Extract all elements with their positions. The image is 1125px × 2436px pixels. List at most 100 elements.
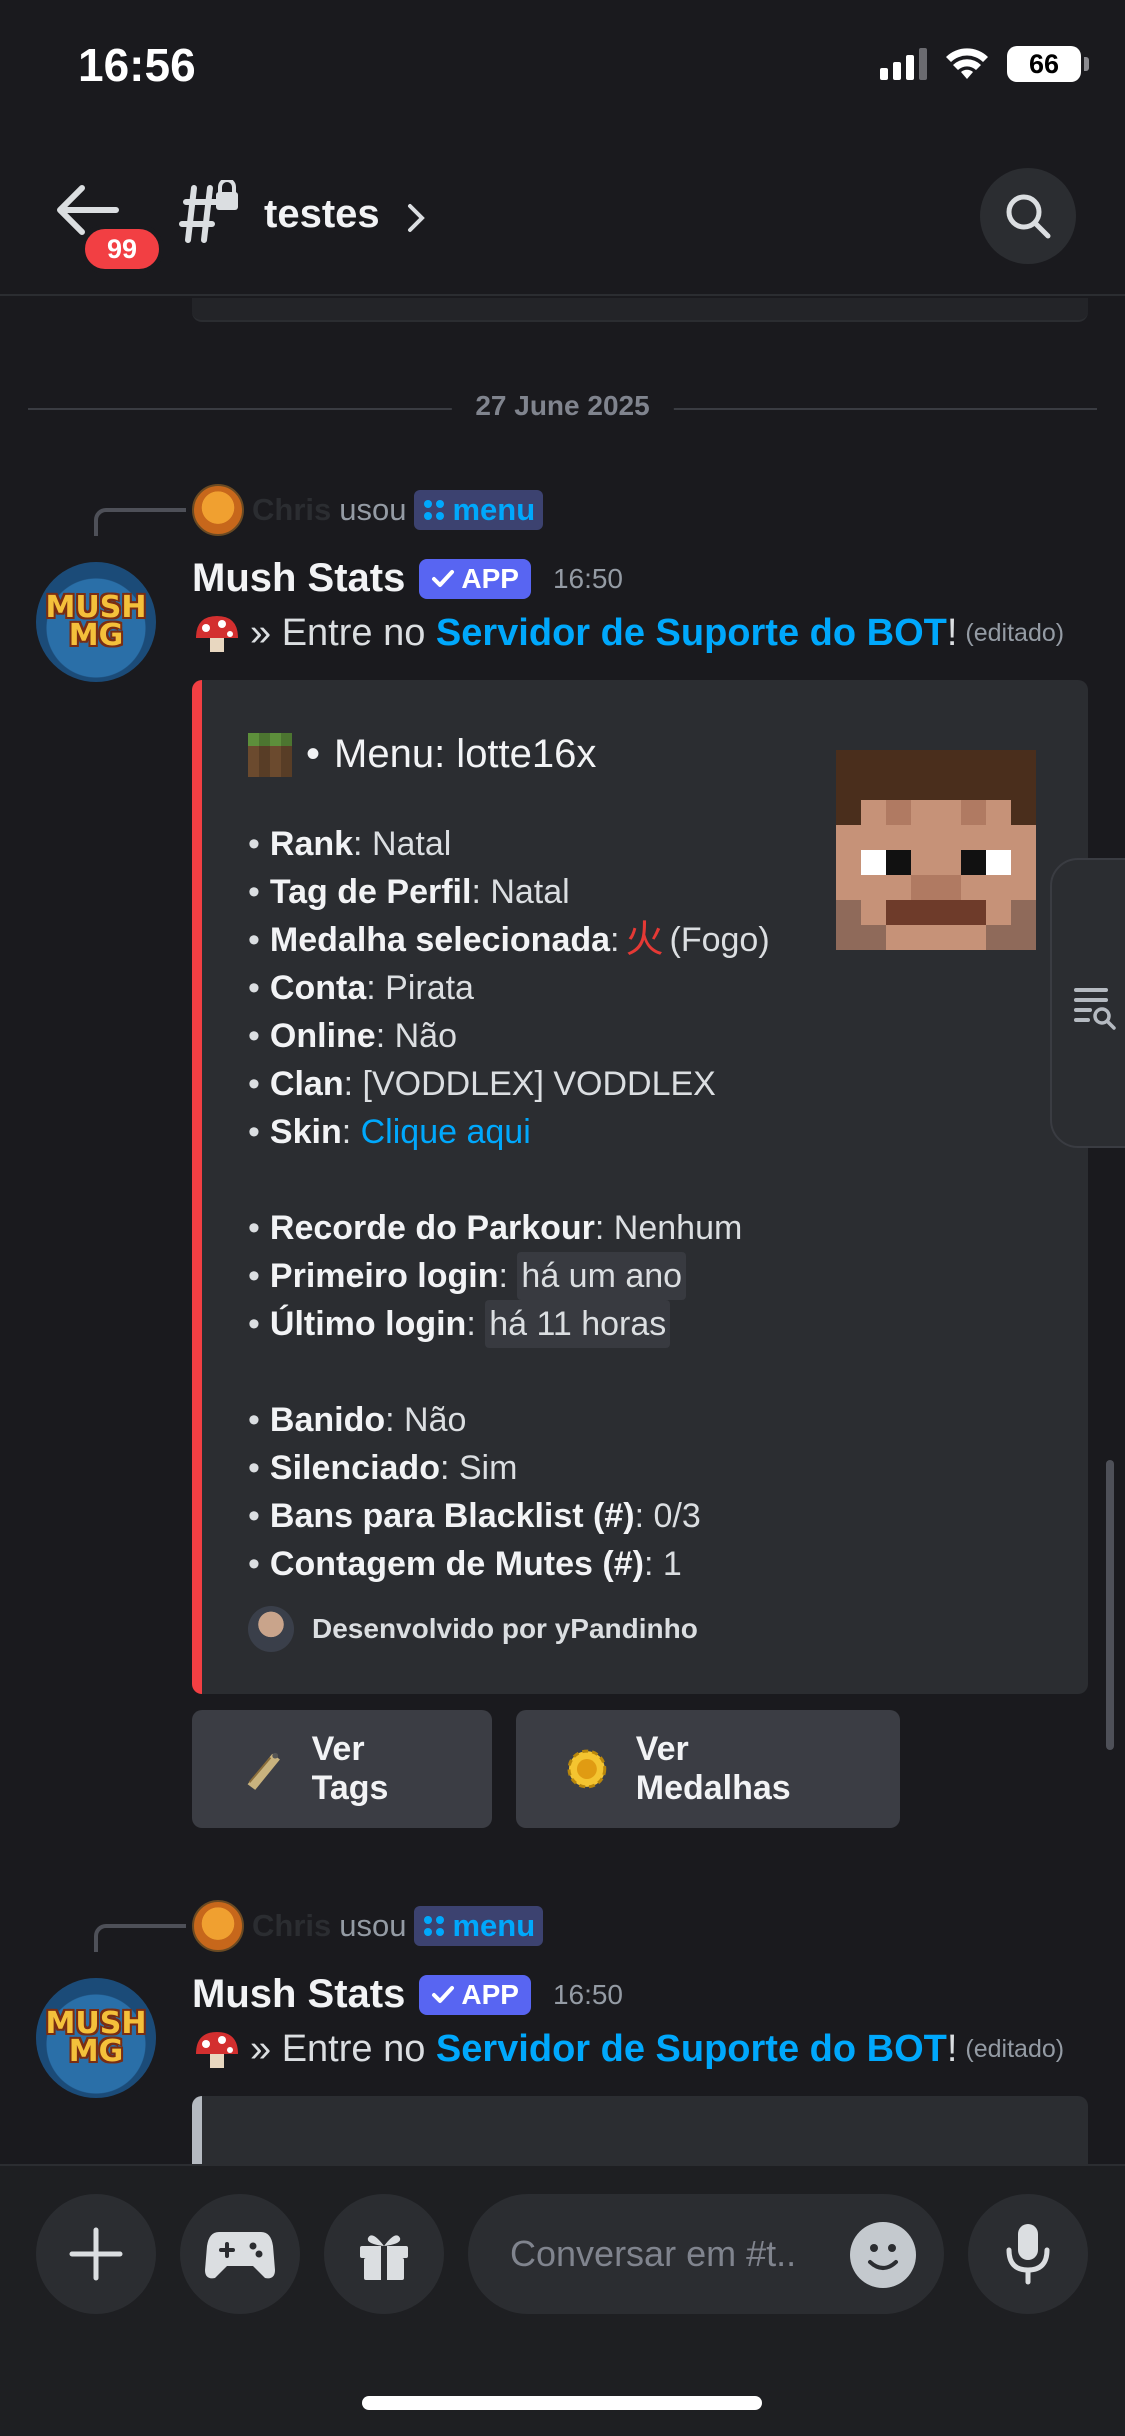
unread-badge: 99: [80, 224, 164, 274]
footer-text: Desenvolvido por yPandinho: [312, 1613, 698, 1644]
timestamp-chip[interactable]: há 11 horas: [485, 1300, 671, 1348]
field-row: • Clan: [VODDLEX] VODDLEX: [248, 1065, 716, 1103]
embed-footer: Desenvolvido por yPandinho: [248, 1606, 698, 1652]
date-divider: 27 June 2025: [451, 390, 674, 422]
command-chip[interactable]: menu: [414, 490, 544, 530]
embed: [192, 2096, 1088, 2164]
field-row: • Bans para Blacklist (#): 0/3: [248, 1497, 701, 1535]
activities-button[interactable]: [180, 2194, 300, 2314]
grass-block-icon: [248, 732, 292, 777]
previous-embed-bottom: [192, 298, 1088, 322]
wifi-icon: [946, 48, 988, 79]
mush-logo: MUSH MG: [45, 2006, 147, 2069]
avatar[interactable]: MUSH MG: [36, 1978, 156, 2098]
thread-panel-handle[interactable]: [1050, 858, 1125, 1148]
status-icons: 66: [880, 46, 1089, 82]
home-indicator[interactable]: [362, 2396, 762, 2410]
locked-channel-icon: [179, 180, 238, 243]
message-header: Mush Stats APP 16:50: [192, 556, 623, 601]
ver-tags-label: Ver Tags: [311, 1730, 389, 1807]
message-input-placeholder: Conversar em #t..: [510, 2233, 797, 2274]
plus-icon: [69, 2227, 123, 2281]
command-name: menu: [452, 1908, 536, 1943]
ver-medalhas-label: Ver Medalhas: [635, 1730, 791, 1807]
app-badge-label: APP: [461, 1978, 519, 2010]
reply-action: usou: [339, 492, 407, 527]
app-badge-label: APP: [461, 562, 519, 594]
app-badge: APP: [419, 558, 531, 599]
command-chip[interactable]: menu: [414, 1906, 544, 1946]
reply-username: Chris: [252, 492, 332, 527]
message-header: Mush Stats APP 16:50: [192, 1972, 623, 2017]
field-row: • Tag de Perfil: Natal: [248, 873, 570, 911]
ver-medalhas-button[interactable]: Ver Medalhas: [516, 1710, 900, 1828]
content-prefix: » Entre no: [250, 612, 426, 654]
embed-title: • Menu: lotte16x: [248, 732, 596, 777]
search-icon: [1006, 194, 1051, 239]
add-button[interactable]: [36, 2194, 156, 2314]
skin-thumbnail[interactable]: [836, 750, 1036, 950]
field-row: • Silenciado: Sim: [248, 1449, 518, 1487]
check-icon: [432, 569, 455, 587]
author-name[interactable]: Mush Stats: [192, 1972, 405, 2017]
field-row: • Skin: Clique aqui: [248, 1108, 770, 1156]
gift-button[interactable]: [324, 2194, 444, 2314]
status-time: 16:56: [78, 39, 196, 91]
status-bar: 16:56 66: [0, 0, 1125, 140]
field-row: • Primeiro login: há um ano: [248, 1252, 770, 1300]
avatar[interactable]: MUSH MG: [36, 562, 156, 682]
medal-icon: [567, 1749, 607, 1789]
message-timestamp: 16:50: [552, 562, 624, 594]
reply-preview[interactable]: Chris usou menu: [192, 1900, 544, 1952]
reply-action: usou: [339, 1908, 407, 1943]
message-content: » Entre no Servidor de Suporte do BOT ! …: [192, 2028, 1064, 2071]
timestamp-chip[interactable]: há um ano: [517, 1252, 687, 1300]
gift-icon: [360, 2235, 408, 2280]
battery-icon: 66: [1007, 46, 1089, 82]
voice-button[interactable]: [968, 2194, 1088, 2314]
field-row: • Recorde do Parkour: Nenhum: [248, 1209, 743, 1247]
field-row: • Conta: Pirata: [248, 969, 474, 1007]
app-badge: APP: [419, 1974, 531, 2015]
list-search-icon: [1074, 988, 1116, 1030]
gamepad-icon: [205, 2232, 275, 2279]
scrollbar[interactable]: [1106, 1460, 1114, 1750]
embed: • Menu: lotte16x • Rank: Natal • Tag de Pe…: [192, 680, 1088, 1694]
message-list[interactable]: 27 June 2025 Chris usou menu MUSH MG Mush…: [0, 298, 1125, 2164]
app-command-icon: [424, 500, 445, 520]
app-command-icon: [424, 1916, 445, 1936]
support-server-link[interactable]: Servidor de Suporte do BOT: [436, 2028, 947, 2071]
message-content: » Entre no Servidor de Suporte do BOT ! …: [192, 612, 1064, 655]
edited-label: (editado): [965, 619, 1065, 647]
fire-medal-icon: 火: [625, 919, 664, 961]
message-input[interactable]: Conversar em #t..: [468, 2194, 944, 2314]
mushroom-icon: [196, 615, 238, 652]
reply-avatar: [192, 1900, 244, 1952]
ver-tags-button[interactable]: Ver Tags: [192, 1710, 492, 1828]
skin-link[interactable]: Clique aqui: [361, 1108, 531, 1156]
reply-preview[interactable]: Chris usou menu: [192, 484, 544, 536]
embed-title-text: Menu: lotte16x: [334, 732, 597, 776]
reply-username: Chris: [252, 1908, 332, 1943]
chevron-right-icon[interactable]: [404, 202, 428, 234]
channel-name[interactable]: testes: [264, 192, 380, 237]
mush-logo: MUSH MG: [45, 590, 147, 653]
mushroom-icon: [196, 2031, 238, 2068]
message-timestamp: 16:50: [552, 1978, 624, 2010]
reply-connector: [94, 1924, 186, 1952]
field-row: • Último login: há 11 horas: [248, 1300, 770, 1348]
channel-header: 99 testes: [0, 150, 1125, 296]
check-icon: [432, 1985, 455, 2003]
reply-connector: [94, 508, 186, 536]
field-row: • Online: Não: [248, 1017, 457, 1055]
content-suffix: !: [946, 612, 958, 654]
emoji-button[interactable]: [850, 2222, 916, 2288]
field-row: • Contagem de Mutes (#): 1: [248, 1545, 682, 1583]
support-server-link[interactable]: Servidor de Suporte do BOT: [436, 612, 947, 655]
author-name[interactable]: Mush Stats: [192, 556, 405, 601]
action-row: Ver Tags Ver Medalhas: [192, 1710, 900, 1828]
search-button[interactable]: [980, 168, 1076, 264]
field-row: • Rank: Natal: [248, 825, 452, 863]
field-row: • Banido: Não: [248, 1401, 467, 1439]
command-name: menu: [452, 492, 536, 527]
